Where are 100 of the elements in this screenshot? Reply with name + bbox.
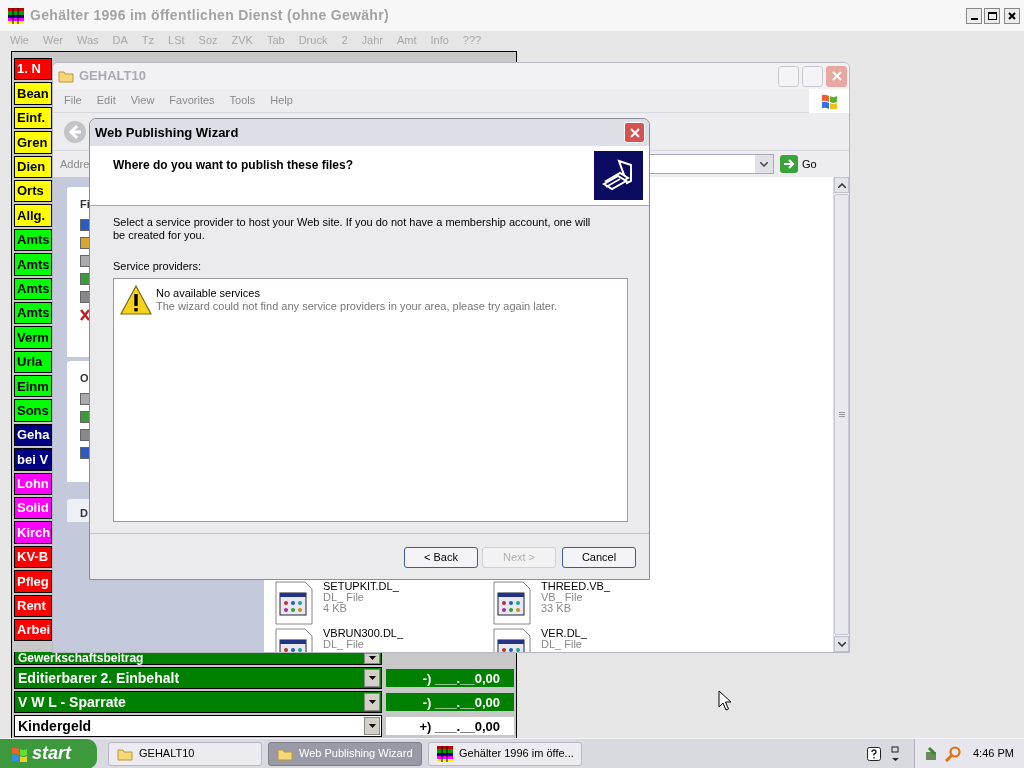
- menu-item[interactable]: Tools: [229, 92, 256, 109]
- category-label[interactable]: Pfleg: [14, 570, 52, 593]
- close-button[interactable]: [1004, 7, 1020, 24]
- file-name[interactable]: THREED.VB_: [541, 581, 611, 592]
- menu-item[interactable]: Edit: [96, 92, 116, 109]
- wizard-button[interactable]: Cancel: [562, 547, 636, 568]
- task-icon: [80, 290, 90, 303]
- caret-icon: [368, 676, 376, 681]
- category-label[interactable]: Amts: [14, 301, 52, 325]
- address-label: Addre: [60, 156, 90, 172]
- documents-icon: [594, 151, 643, 200]
- category-label[interactable]: Solid: [14, 497, 52, 520]
- dropdown-label: V W L - Sparrate: [18, 692, 126, 712]
- folder-icon: [58, 69, 74, 83]
- chevron-up-icon: [837, 182, 846, 188]
- list-label: Service providers:: [113, 259, 203, 274]
- file-name[interactable]: SETUPKIT.DL_: [323, 581, 399, 592]
- delete-icon: [80, 308, 90, 321]
- minimize-button[interactable]: [966, 7, 982, 24]
- taskbar-button[interactable]: Gehälter 1996 im öffe...: [428, 741, 582, 766]
- category-label[interactable]: Dien: [14, 155, 52, 178]
- category-label[interactable]: Kirch: [14, 521, 52, 544]
- dialog-title: Web Publishing Wizard: [95, 123, 239, 142]
- amount-field[interactable]: +) ___.__0,00: [386, 717, 514, 736]
- flag-icon: [10, 745, 28, 762]
- folder-icon: [117, 746, 133, 761]
- dropdown-label: Editierbarer 2. Einbehalt: [18, 668, 180, 688]
- menu-item[interactable]: File: [64, 92, 82, 109]
- grip-icon: [838, 412, 845, 417]
- category-label[interactable]: Gren: [14, 131, 52, 154]
- file-type: DL_ File: [323, 639, 364, 650]
- cursor-icon: [718, 690, 732, 711]
- app-icon: [437, 745, 453, 762]
- window-title: Gehälter 1996 im öffentlichen Dienst (ohne Gewähr): [30, 6, 389, 25]
- caret-icon: [368, 724, 376, 729]
- category-label[interactable]: Lohn: [14, 472, 52, 496]
- taskbar-button[interactable]: Web Publishing Wizard: [268, 741, 422, 766]
- caret-icon: [368, 656, 376, 661]
- dropdown[interactable]: V W L - Sparrate: [14, 691, 382, 714]
- task-icon: [80, 254, 90, 267]
- close-icon: [629, 127, 640, 138]
- folder-icon: [277, 746, 293, 761]
- start-button[interactable]: start: [0, 738, 97, 768]
- chevron-down-icon: [760, 161, 768, 167]
- file-type: VB_ File: [541, 592, 583, 603]
- category-label[interactable]: Amts: [14, 253, 52, 276]
- dropdown-label: Kindergeld: [18, 716, 92, 736]
- category-label[interactable]: Allg.: [14, 204, 52, 227]
- task-icon: [80, 272, 90, 285]
- help-icon: [867, 746, 881, 761]
- scroll-up-button[interactable]: [834, 177, 849, 193]
- task-icon: [80, 218, 90, 231]
- close-icon: [1008, 11, 1016, 20]
- warning-icon: [120, 284, 152, 315]
- dropdown[interactable]: Editierbarer 2. Einbehalt: [14, 667, 382, 690]
- category-label[interactable]: bei V: [14, 448, 52, 471]
- task-icon: [80, 410, 90, 423]
- chevron-down-icon: [837, 641, 846, 647]
- category-label[interactable]: Urla: [14, 350, 52, 374]
- dropdown-button[interactable]: [755, 155, 773, 173]
- task-icon: [80, 446, 90, 459]
- taskbar-button[interactable]: GEHALT10: [108, 741, 262, 766]
- wizard-button[interactable]: < Back: [404, 547, 478, 568]
- category-label[interactable]: Sons: [14, 399, 52, 422]
- menu-item[interactable]: Help: [270, 92, 293, 109]
- category-label[interactable]: Einf.: [14, 106, 52, 130]
- app-icon: [8, 7, 24, 24]
- dropdown-label: Gewerkschaftsbeitrag: [18, 652, 144, 665]
- dialog-heading: Where do you want to publish these files?: [113, 157, 354, 174]
- task-icon: [80, 428, 90, 441]
- amount-field[interactable]: -) ___.__0,00: [386, 693, 514, 712]
- close-icon: [831, 71, 842, 81]
- category-label[interactable]: Rent: [14, 594, 52, 617]
- file-name[interactable]: VER.DL_: [541, 628, 587, 639]
- maximize-button[interactable]: [984, 7, 1000, 24]
- menu-item[interactable]: Favorites: [169, 92, 215, 109]
- search-icon: [945, 745, 961, 762]
- category-label[interactable]: 1. N: [14, 58, 52, 81]
- provider-title: No available services: [156, 286, 261, 300]
- go-button[interactable]: Go: [802, 155, 817, 173]
- category-label[interactable]: Orts: [14, 179, 52, 203]
- file-type: DL_ File: [541, 639, 582, 650]
- category-label[interactable]: Verm: [14, 326, 52, 349]
- category-label[interactable]: Amts: [14, 277, 52, 300]
- amount-field[interactable]: -) ___.__0,00: [386, 669, 514, 688]
- category-label[interactable]: KV-B: [14, 545, 52, 569]
- provider-detail: The wizard could not find any service providers in your area, please try again later.: [156, 299, 558, 313]
- category-label[interactable]: Einm: [14, 375, 52, 398]
- dropdown[interactable]: Kindergeld: [14, 715, 382, 738]
- file-name[interactable]: VBRUN300.DL_: [323, 628, 404, 639]
- flag-icon: [820, 92, 838, 109]
- category-label[interactable]: Arbei: [14, 619, 52, 642]
- file-size: 33 KB: [541, 603, 572, 614]
- scroll-down-button[interactable]: [834, 636, 849, 652]
- window-title: GEHALT10: [79, 67, 146, 86]
- category-label[interactable]: Amts: [14, 228, 52, 252]
- category-label[interactable]: Geha: [14, 423, 52, 447]
- caret-icon: [368, 700, 376, 705]
- menu-item[interactable]: View: [130, 92, 155, 109]
- category-label[interactable]: Bean: [14, 82, 52, 105]
